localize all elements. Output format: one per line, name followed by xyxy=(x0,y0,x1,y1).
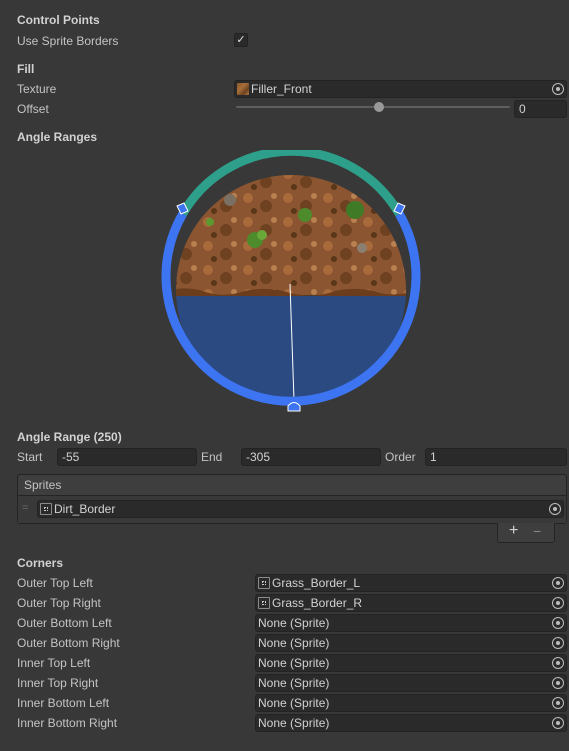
order-handle-icon[interactable] xyxy=(287,402,301,412)
drag-handle-icon[interactable]: = xyxy=(22,502,28,514)
start-input[interactable]: -55 xyxy=(57,448,197,466)
corner-sprite-field[interactable]: Grass_Border_R xyxy=(255,594,567,612)
corner-label: Outer Bottom Left xyxy=(17,616,112,630)
corner-sprite-field[interactable]: None (Sprite) xyxy=(255,694,567,712)
corner-sprite-value: None (Sprite) xyxy=(258,696,330,710)
object-picker-icon[interactable] xyxy=(552,83,564,95)
object-picker-icon[interactable] xyxy=(552,617,564,629)
corner-sprite-field[interactable]: Grass_Border_L xyxy=(255,574,567,592)
texture-icon xyxy=(237,83,249,95)
use-sprite-borders-label: Use Sprite Borders xyxy=(17,34,119,48)
sprite-icon xyxy=(258,597,270,609)
offset-input[interactable]: 0 xyxy=(514,100,567,118)
corner-sprite-value: None (Sprite) xyxy=(258,716,330,730)
list-footer: + − xyxy=(497,522,555,543)
corner-sprite-field[interactable]: None (Sprite) xyxy=(255,674,567,692)
order-label: Order xyxy=(385,450,416,464)
end-input[interactable]: -305 xyxy=(241,448,381,466)
start-label: Start xyxy=(17,450,43,464)
end-label: End xyxy=(201,450,223,464)
corner-sprite-field[interactable]: None (Sprite) xyxy=(255,714,567,732)
offset-slider-track[interactable] xyxy=(236,106,510,108)
offset-slider-thumb[interactable] xyxy=(374,102,384,112)
corner-label: Inner Top Right xyxy=(17,676,99,690)
corner-sprite-field[interactable]: None (Sprite) xyxy=(255,634,567,652)
sprite-preview xyxy=(176,175,406,405)
corner-sprite-value: None (Sprite) xyxy=(258,676,330,690)
angle-range-title: Angle Range (250) xyxy=(17,430,122,444)
object-picker-icon[interactable] xyxy=(549,503,561,515)
texture-label: Texture xyxy=(17,82,57,96)
object-picker-icon[interactable] xyxy=(552,657,564,669)
corner-sprite-field[interactable]: None (Sprite) xyxy=(255,614,567,632)
corner-sprite-value: Grass_Border_L xyxy=(272,576,361,590)
object-picker-icon[interactable] xyxy=(552,717,564,729)
angle-range-editor[interactable] xyxy=(150,150,440,420)
texture-field[interactable]: Filler_Front xyxy=(234,80,567,98)
object-picker-icon[interactable] xyxy=(552,637,564,649)
add-item-button[interactable]: + xyxy=(509,522,518,540)
corner-sprite-value: None (Sprite) xyxy=(258,636,330,650)
corner-sprite-value: None (Sprite) xyxy=(258,656,330,670)
corner-label: Outer Top Left xyxy=(17,576,93,590)
corner-sprite-value: None (Sprite) xyxy=(258,616,330,630)
corner-label: Outer Top Right xyxy=(17,596,101,610)
sprites-header: Sprites xyxy=(24,478,62,492)
corner-sprite-value: Grass_Border_R xyxy=(272,596,363,610)
order-input[interactable]: 1 xyxy=(425,448,567,466)
control-points-header: Control Points xyxy=(17,13,100,27)
sprite-value: Dirt_Border xyxy=(54,502,116,516)
object-picker-icon[interactable] xyxy=(552,697,564,709)
object-picker-icon[interactable] xyxy=(552,577,564,589)
corner-sprite-field[interactable]: None (Sprite) xyxy=(255,654,567,672)
corner-label: Inner Top Left xyxy=(17,656,91,670)
offset-label: Offset xyxy=(17,102,49,116)
object-picker-icon[interactable] xyxy=(552,597,564,609)
use-sprite-borders-checkbox[interactable]: ✓ xyxy=(234,33,248,47)
corners-header: Corners xyxy=(17,556,64,570)
object-picker-icon[interactable] xyxy=(552,677,564,689)
angle-ranges-header: Angle Ranges xyxy=(17,130,98,144)
sprite-field[interactable]: Dirt_Border xyxy=(37,500,564,518)
remove-item-button[interactable]: − xyxy=(533,523,541,539)
list-item[interactable]: = Dirt_Border xyxy=(18,496,566,523)
corner-label: Inner Bottom Left xyxy=(17,696,110,710)
sprite-icon xyxy=(258,577,270,589)
corner-label: Outer Bottom Right xyxy=(17,636,120,650)
sprite-icon xyxy=(40,503,52,515)
sprites-list: Sprites = Dirt_Border xyxy=(17,474,567,524)
texture-value: Filler_Front xyxy=(251,82,312,96)
corner-label: Inner Bottom Right xyxy=(17,716,118,730)
sprites-list-header: Sprites xyxy=(18,475,566,496)
fill-header: Fill xyxy=(17,62,35,76)
